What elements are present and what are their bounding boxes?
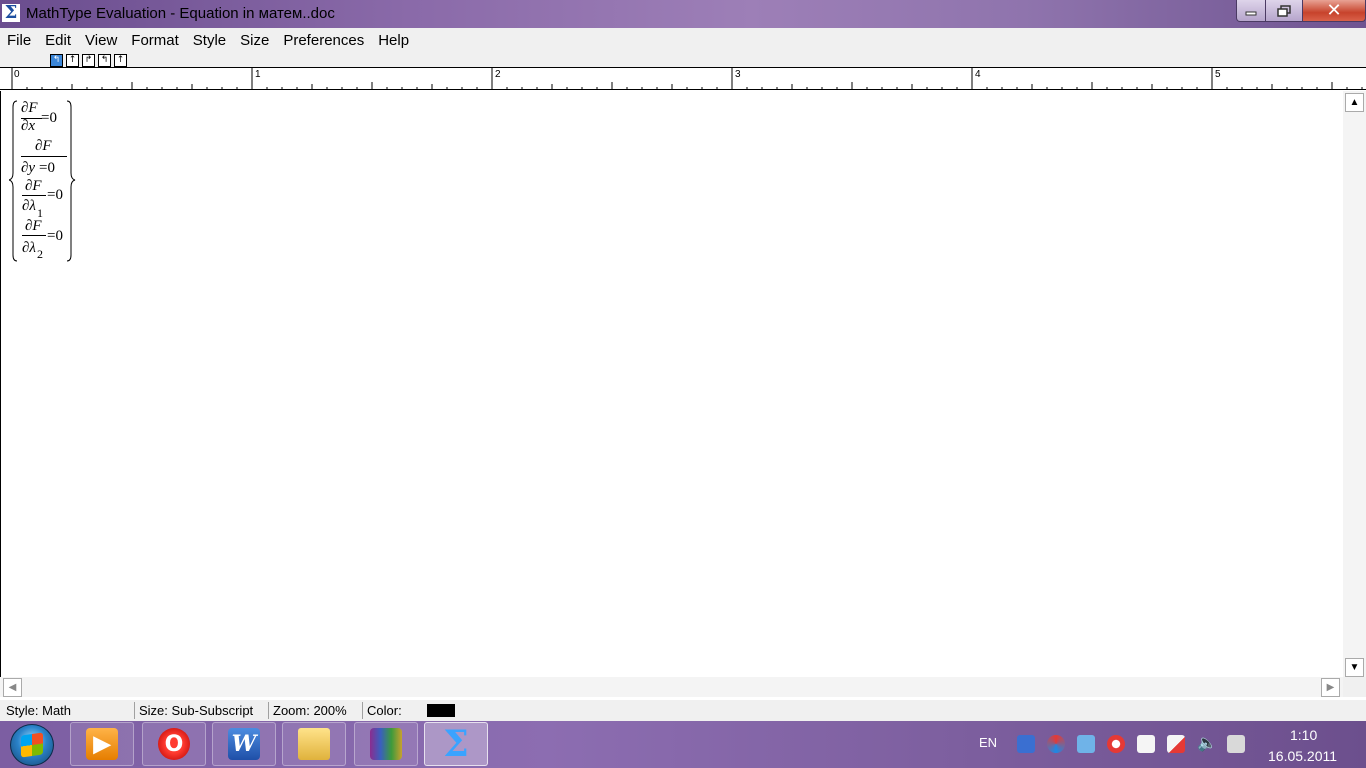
menu-size[interactable]: Size: [233, 32, 276, 49]
display-settings-icon[interactable]: [1077, 735, 1095, 753]
sync-icon[interactable]: [1047, 735, 1065, 753]
antivirus-icon[interactable]: [1107, 735, 1125, 753]
numerator[interactable]: ∂F: [25, 219, 42, 234]
scroll-right-icon[interactable]: ▶: [1321, 678, 1340, 697]
horizontal-scrollbar[interactable]: ◀ ▶: [0, 677, 1343, 697]
decimal-tab-button[interactable]: ↑: [114, 54, 127, 67]
scroll-down-icon[interactable]: ▼: [1345, 658, 1364, 677]
equation-editor-area[interactable]: ∂F ∂x =0 ∂F ∂y =0 ∂F ∂λ 1 =0 ∂F ∂λ 2 =0: [0, 91, 1343, 677]
status-style: Style: Math: [6, 703, 72, 718]
mathtype-icon: Σ: [443, 723, 469, 765]
scroll-up-icon[interactable]: ▲: [1345, 93, 1364, 112]
ruler-label: 0: [14, 69, 20, 80]
relational-tab-button[interactable]: ↰: [98, 54, 111, 67]
color-swatch: [427, 704, 455, 717]
status-size: Size: Sub-Subscript: [134, 702, 268, 719]
fraction-bar: [22, 235, 46, 236]
media-player-icon: ▶: [86, 728, 118, 760]
center-tab-button[interactable]: ↑: [66, 54, 79, 67]
status-zoom: Zoom: 200%: [268, 702, 362, 719]
restore-icon: [1277, 4, 1291, 17]
taskbar-winrar[interactable]: [354, 722, 418, 766]
denominator[interactable]: ∂x: [21, 119, 35, 134]
menu-format[interactable]: Format: [124, 32, 186, 49]
menu-edit[interactable]: Edit: [38, 32, 78, 49]
close-icon: ✕: [1326, 0, 1342, 21]
menu-file[interactable]: File: [0, 32, 38, 49]
winrar-icon: [370, 728, 402, 760]
menu-bar: File Edit View Format Style Size Prefere…: [0, 28, 1366, 52]
status-color-label: Color:: [362, 702, 422, 719]
left-tab-button[interactable]: ↰: [50, 54, 63, 67]
scrollbar-corner: [1343, 677, 1366, 697]
ruler-label: 5: [1215, 69, 1221, 80]
power-icon[interactable]: [1137, 735, 1155, 753]
window-title: MathType Evaluation - Equation in матем.…: [26, 5, 335, 22]
equation-system[interactable]: ∂F ∂x =0 ∂F ∂y =0 ∂F ∂λ 1 =0 ∂F ∂λ 2 =0: [9, 99, 79, 264]
network-disconnected-icon[interactable]: [1167, 735, 1185, 753]
restore-button[interactable]: [1265, 0, 1303, 22]
network-share-icon[interactable]: [1017, 735, 1035, 753]
word-icon: W: [228, 728, 260, 760]
ruler-label: 3: [735, 69, 741, 80]
taskbar-media-player[interactable]: ▶: [70, 722, 134, 766]
denominator[interactable]: ∂λ: [22, 199, 36, 214]
opera-icon: O: [158, 728, 190, 760]
menu-preferences[interactable]: Preferences: [276, 32, 371, 49]
menu-help[interactable]: Help: [371, 32, 416, 49]
close-button[interactable]: ✕: [1302, 0, 1366, 22]
numerator[interactable]: ∂F: [35, 139, 52, 154]
ruler[interactable]: 0 1 2 3 4 5: [0, 67, 1366, 90]
tab-stop-toolbar: ↰ ↑ ↱ ↰ ↑: [0, 52, 1366, 67]
equals-zero[interactable]: =0: [47, 188, 63, 203]
status-bar: Style: Math Size: Sub-Subscript Zoom: 20…: [0, 700, 1366, 721]
denominator[interactable]: ∂y: [21, 161, 35, 176]
subscript[interactable]: 2: [37, 247, 43, 262]
ruler-ticks: [11, 68, 1363, 90]
vertical-scrollbar[interactable]: ▲ ▼: [1343, 91, 1366, 677]
clock-time[interactable]: 1:10: [1290, 727, 1317, 743]
taskbar-word[interactable]: W: [212, 722, 276, 766]
menu-style[interactable]: Style: [186, 32, 233, 49]
title-bar: Σ MathType Evaluation - Equation in мате…: [0, 0, 1366, 28]
taskbar-opera[interactable]: O: [142, 722, 206, 766]
windows-logo-icon: [21, 732, 43, 758]
numerator[interactable]: ∂F: [21, 101, 38, 116]
language-indicator[interactable]: EN: [979, 735, 997, 750]
ruler-label: 2: [495, 69, 501, 80]
minimize-button[interactable]: [1236, 0, 1266, 22]
numerator[interactable]: ∂F: [25, 179, 42, 194]
fraction-bar: [22, 195, 46, 196]
clock-date[interactable]: 16.05.2011: [1268, 748, 1337, 764]
denominator[interactable]: ∂λ: [22, 241, 36, 256]
fraction-bar: [21, 156, 67, 157]
action-center-icon[interactable]: [1227, 735, 1245, 753]
minimize-icon: [1245, 11, 1257, 15]
menu-view[interactable]: View: [78, 32, 124, 49]
explorer-folder-icon: [298, 728, 330, 760]
ruler-label: 4: [975, 69, 981, 80]
volume-icon[interactable]: 🔈: [1197, 735, 1217, 753]
windows-taskbar: ▶ O W Σ EN 🔈 1:10 16.05.2011: [0, 721, 1366, 768]
scroll-left-icon[interactable]: ◀: [3, 678, 22, 697]
taskbar-explorer[interactable]: [282, 722, 346, 766]
equals-zero[interactable]: =0: [47, 229, 63, 244]
equals-zero[interactable]: =0: [41, 111, 57, 126]
equals-zero[interactable]: =0: [39, 161, 55, 176]
mathtype-app-icon[interactable]: Σ: [2, 4, 20, 22]
right-tab-button[interactable]: ↱: [82, 54, 95, 67]
taskbar-mathtype[interactable]: Σ: [424, 722, 488, 766]
start-button[interactable]: [10, 724, 54, 766]
ruler-label: 1: [255, 69, 261, 80]
